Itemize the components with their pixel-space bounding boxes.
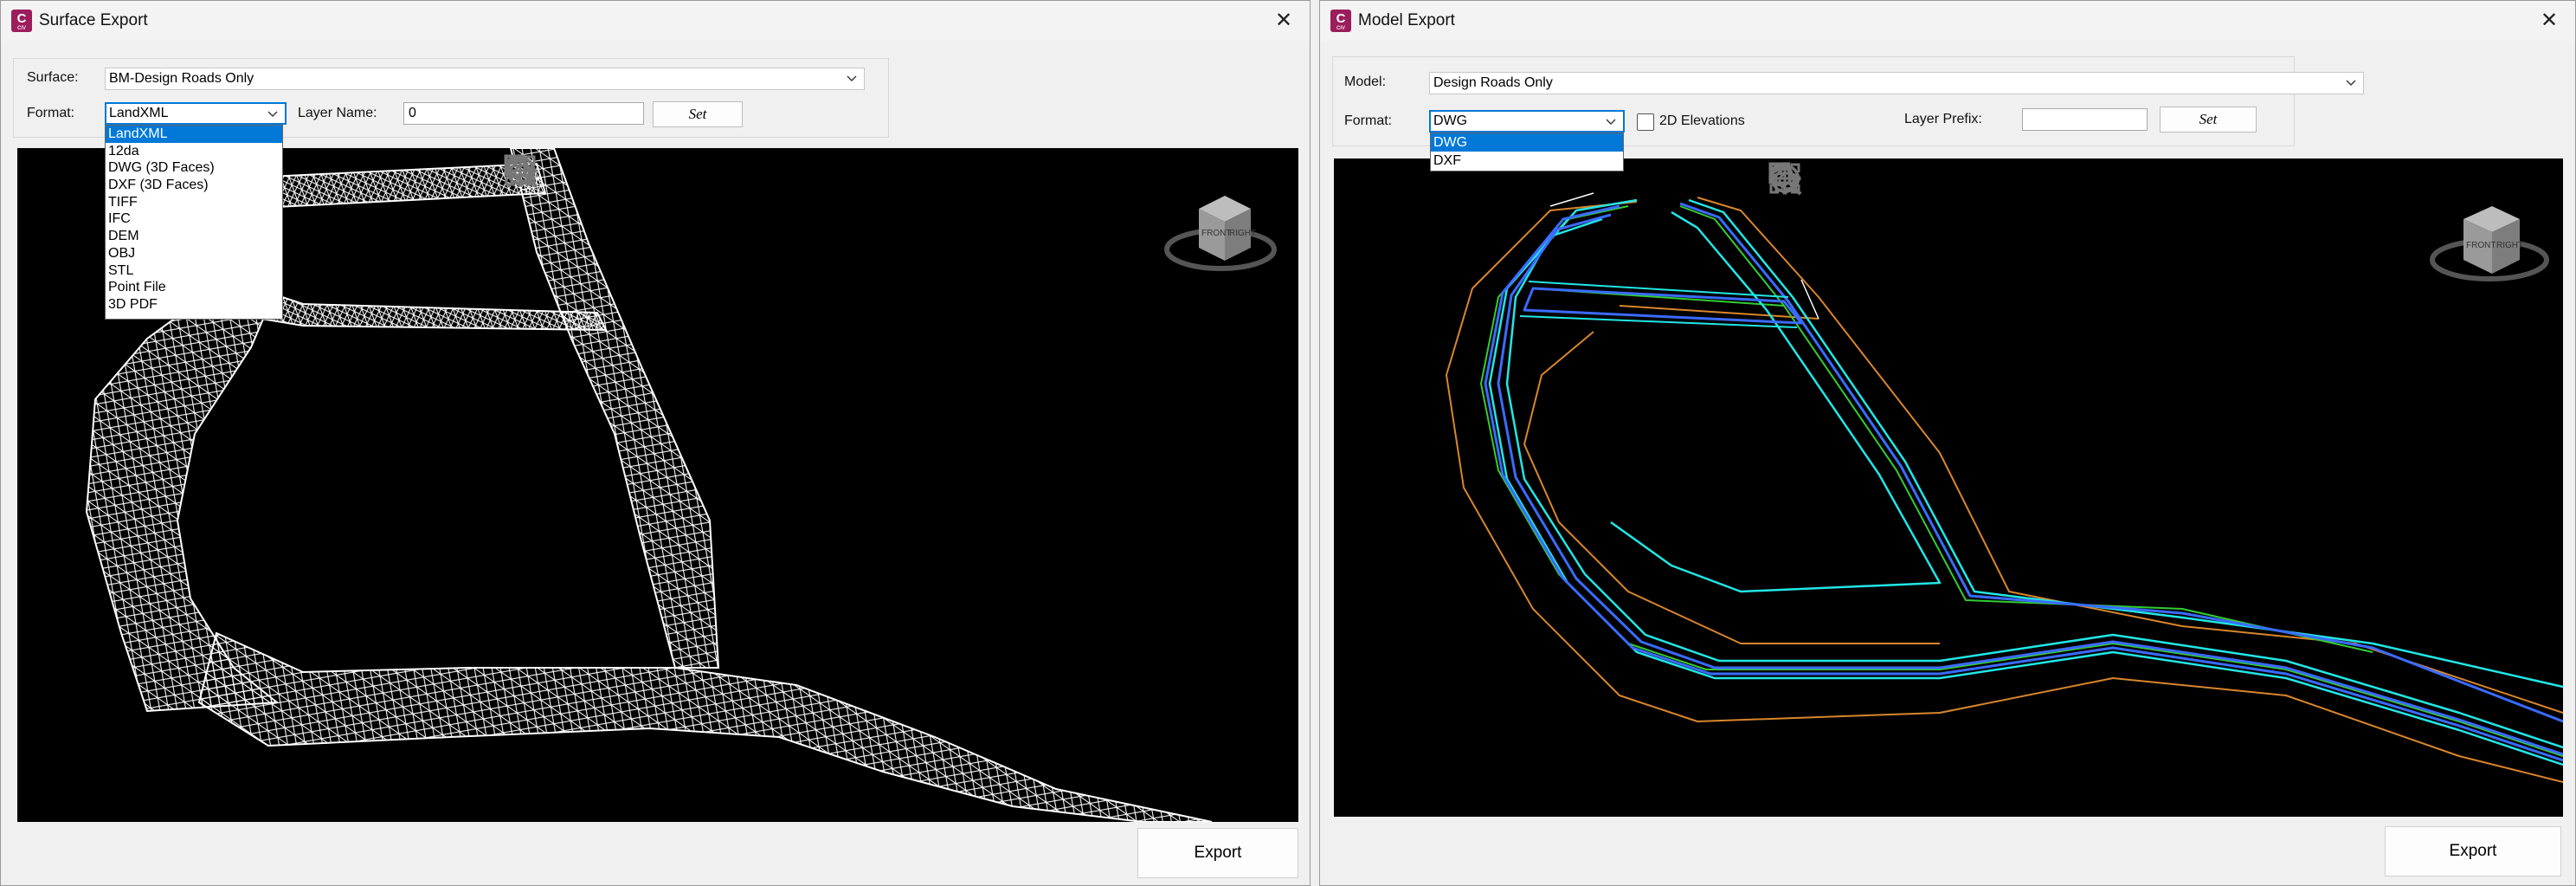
- cube-right-label: RIGHT: [2496, 241, 2523, 250]
- format-value: LandXML: [109, 106, 169, 120]
- road-outline-orange: [1446, 201, 2563, 783]
- cube-front-label: FRONT: [1201, 229, 1231, 238]
- format-option[interactable]: 3D PDF: [106, 296, 282, 314]
- layer-prefix-label: Layer Prefix:: [1904, 112, 1982, 126]
- model-select[interactable]: Design Roads Only: [1429, 72, 2364, 94]
- model-viewport[interactable]: FRONT RIGHT: [1334, 158, 2563, 817]
- export-button[interactable]: Export: [2385, 826, 2561, 876]
- format-option[interactable]: Point File: [106, 279, 282, 296]
- chevron-down-icon: [264, 104, 281, 123]
- format-option[interactable]: IFC: [106, 210, 282, 228]
- format-dropdown-list: DWG DXF: [1430, 133, 1624, 171]
- format-option[interactable]: DXF (3D Faces): [106, 177, 282, 194]
- format-option[interactable]: DWG: [1431, 133, 1623, 152]
- format-dropdown-list: LandXML 12da DWG (3D Faces) DXF (3D Face…: [105, 125, 283, 320]
- set-button[interactable]: Set: [2160, 107, 2257, 133]
- app-icon: C CIV: [11, 10, 32, 32]
- format-label: Format:: [1344, 113, 1393, 128]
- format-option[interactable]: STL: [106, 262, 282, 280]
- model-value: Design Roads Only: [1433, 75, 1553, 90]
- layer-name-input[interactable]: 0: [403, 102, 644, 125]
- set-button[interactable]: Set: [653, 101, 743, 127]
- view-cube-icon[interactable]: FRONT RIGHT: [2425, 197, 2554, 293]
- app-icon: C CIV: [1330, 10, 1351, 32]
- format-option[interactable]: DEM: [106, 228, 282, 245]
- format-option[interactable]: TIFF: [106, 194, 282, 211]
- format-option[interactable]: DXF: [1431, 152, 1623, 170]
- window-title: Surface Export: [39, 11, 148, 29]
- surface-value: BM-Design Roads Only: [109, 71, 254, 86]
- format-select[interactable]: DWG: [1429, 110, 1625, 133]
- fit-view-icon[interactable]: [1767, 160, 1803, 197]
- 2d-elevations-label: 2D Elevations: [1659, 113, 1745, 128]
- format-option[interactable]: LandXML: [106, 126, 282, 143]
- format-option[interactable]: DWG (3D Faces): [106, 159, 282, 177]
- format-label: Format:: [27, 106, 75, 120]
- close-button[interactable]: ✕: [2532, 6, 2566, 36]
- layer-prefix-input[interactable]: [2022, 108, 2148, 131]
- road-edge-cyan: [1610, 210, 1942, 593]
- format-value: DWG: [1433, 113, 1468, 128]
- road-edge-cyan: [1488, 198, 2563, 766]
- chevron-down-icon: [843, 68, 860, 89]
- 2d-elevations-checkbox[interactable]: [1637, 113, 1654, 131]
- chevron-down-icon: [2342, 73, 2360, 94]
- surface-select[interactable]: BM-Design Roads Only: [105, 68, 865, 90]
- close-button[interactable]: ✕: [1266, 6, 1301, 36]
- road-outline-orange: [1523, 305, 1940, 644]
- format-option[interactable]: OBJ: [106, 245, 282, 262]
- fit-view-icon[interactable]: [502, 152, 538, 189]
- road-mesh-right: [509, 148, 720, 669]
- surface-export-window: C CIV Surface Export ✕ Surface: BM-Design…: [0, 0, 1311, 886]
- cube-right-label: RIGHT: [1229, 229, 1256, 238]
- title-bar: C CIV Model Export ✕: [1320, 1, 2575, 41]
- format-option[interactable]: 12da: [106, 143, 282, 160]
- view-cube-icon[interactable]: FRONT RIGHT: [1160, 187, 1281, 282]
- model-export-window: C CIV Model Export ✕ Model: Design Roads …: [1319, 0, 2576, 886]
- format-select[interactable]: LandXML: [105, 102, 287, 125]
- road-centerline-green: [1679, 205, 2373, 653]
- model-label: Model:: [1344, 74, 1387, 89]
- export-button[interactable]: Export: [1137, 828, 1298, 878]
- surface-label: Surface:: [27, 70, 79, 85]
- model-lines-drawing: [1446, 192, 2563, 783]
- layer-name-label: Layer Name:: [298, 106, 377, 120]
- title-bar: C CIV Surface Export ✕: [1, 1, 1310, 41]
- chevron-down-icon: [1602, 112, 1620, 131]
- cube-front-label: FRONT: [2466, 241, 2496, 250]
- window-title: Model Export: [1358, 11, 1455, 29]
